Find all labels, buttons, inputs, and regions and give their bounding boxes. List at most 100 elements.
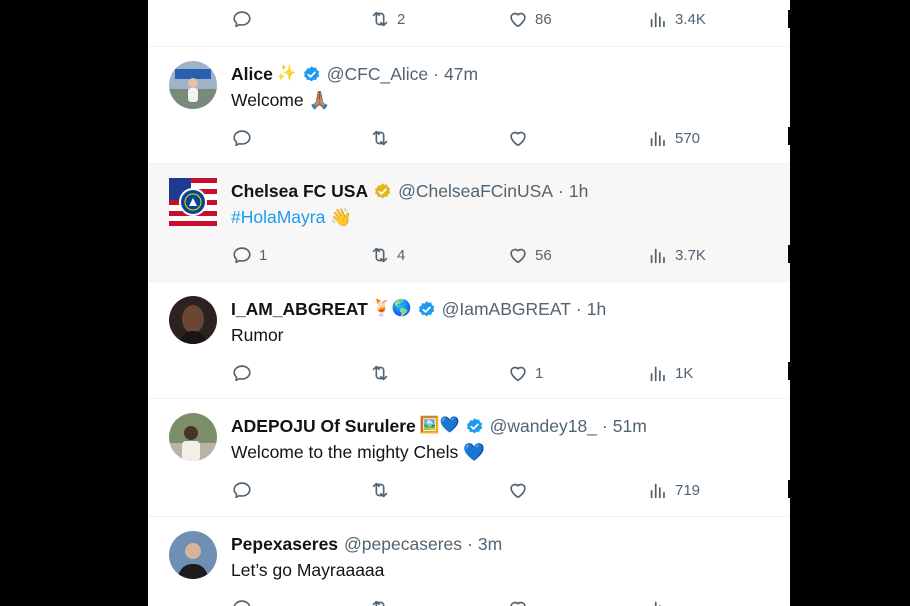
scrollbar-tick bbox=[788, 480, 790, 498]
handle[interactable]: @ChelseaFCinUSA bbox=[398, 180, 553, 202]
retweet-button[interactable]: 4 bbox=[369, 244, 405, 266]
like-icon bbox=[510, 601, 526, 606]
separator: · bbox=[601, 416, 608, 436]
name-emoji: ✨ bbox=[276, 65, 297, 82]
views-button[interactable]: 3.4K bbox=[647, 8, 706, 30]
name-emoji: 🖼️💙 bbox=[419, 417, 460, 434]
verified-badge-icon bbox=[373, 182, 392, 201]
reply-button[interactable] bbox=[231, 8, 259, 30]
timestamp[interactable]: 3m bbox=[478, 533, 502, 555]
reply-button[interactable] bbox=[231, 127, 259, 149]
timestamp[interactable]: 51m bbox=[613, 415, 647, 437]
reply-icon bbox=[233, 365, 251, 382]
tweet-text: Rumor bbox=[231, 325, 284, 345]
views-icon bbox=[650, 131, 665, 147]
like-button[interactable]: 86 bbox=[507, 8, 552, 30]
reply-button[interactable] bbox=[231, 597, 253, 606]
tweet-actions bbox=[231, 597, 751, 606]
like-count: 56 bbox=[535, 246, 552, 264]
tweet[interactable]: Chelsea FC USA @ChelseaFCinUSA · 1h #Hol… bbox=[148, 164, 790, 282]
reply-button[interactable] bbox=[231, 362, 259, 384]
timestamp[interactable]: 1h bbox=[587, 298, 606, 320]
views-icon bbox=[650, 483, 665, 499]
reply-icon bbox=[233, 482, 251, 499]
like-button[interactable] bbox=[507, 597, 529, 606]
scrollbar-tick bbox=[788, 362, 790, 380]
reply-icon bbox=[233, 600, 251, 606]
like-icon bbox=[510, 12, 526, 28]
like-button[interactable]: 1 bbox=[507, 362, 543, 384]
like-button[interactable]: 56 bbox=[507, 244, 552, 266]
retweet-button[interactable]: 2 bbox=[369, 8, 405, 30]
display-name[interactable]: ADEPOJU Of Surulere bbox=[231, 415, 416, 437]
views-button[interactable]: 570 bbox=[647, 127, 700, 149]
hashtag-link[interactable]: #HolaMayra bbox=[231, 207, 325, 227]
handle[interactable]: @pepecaseres bbox=[344, 533, 462, 555]
views-icon bbox=[650, 366, 665, 382]
tweet-text: Welcome to the mighty Chels 💙 bbox=[231, 442, 485, 462]
retweet-count: 2 bbox=[397, 10, 406, 28]
timeline-feed: 2 86 3.4K Alice ✨ @CFC_Alice · 47m Welco… bbox=[148, 0, 790, 606]
tweet[interactable]: I_AM_ABGREAT 🍹🌎 @IamABGREAT · 1h Rumor 1 bbox=[148, 282, 790, 399]
avatar[interactable] bbox=[169, 296, 217, 344]
display-name[interactable]: I_AM_ABGREAT bbox=[231, 298, 368, 320]
wave-emoji: 👋 bbox=[330, 207, 353, 227]
display-name[interactable]: Chelsea FC USA bbox=[231, 180, 368, 202]
retweet-button[interactable] bbox=[369, 127, 397, 149]
avatar[interactable] bbox=[169, 178, 217, 226]
display-name[interactable]: Pepexaseres bbox=[231, 533, 338, 555]
tweet-header: Pepexaseres @pepecaseres · 3m bbox=[231, 533, 502, 555]
views-count: 570 bbox=[675, 129, 701, 147]
retweet-icon bbox=[372, 11, 388, 27]
separator: · bbox=[467, 534, 473, 554]
tweet-text: Welcome 🙏🏽 bbox=[231, 90, 331, 110]
display-name[interactable]: Alice bbox=[231, 63, 273, 85]
like-button[interactable] bbox=[507, 479, 535, 501]
avatar[interactable] bbox=[169, 413, 217, 461]
tweet-actions: 1 4 56 3.7K bbox=[231, 244, 751, 266]
name-emoji: 🍹🌎 bbox=[371, 300, 412, 317]
reply-icon bbox=[233, 130, 251, 147]
tweet-text: #HolaMayra 👋 bbox=[231, 206, 352, 228]
tweet[interactable]: ADEPOJU Of Surulere 🖼️💙 @wandey18_ · 51m… bbox=[148, 399, 790, 517]
retweet-button[interactable] bbox=[369, 362, 397, 384]
tweet-actions: 719 bbox=[231, 479, 751, 501]
handle[interactable]: @CFC_Alice bbox=[327, 63, 428, 85]
handle[interactable]: @wandey18_ bbox=[490, 415, 597, 437]
views-button[interactable]: 719 bbox=[647, 479, 700, 501]
views-button[interactable]: 1K bbox=[647, 362, 693, 384]
reply-icon bbox=[233, 11, 251, 28]
tweet-actions: 1 1K bbox=[231, 362, 751, 384]
views-count: 719 bbox=[675, 481, 701, 499]
timestamp[interactable]: 47m bbox=[444, 63, 478, 85]
retweet-count: 4 bbox=[397, 246, 406, 264]
separator: · bbox=[575, 299, 582, 319]
handle[interactable]: @IamABGREAT bbox=[442, 298, 571, 320]
views-button[interactable] bbox=[647, 597, 669, 606]
like-button[interactable] bbox=[507, 127, 535, 149]
tweet[interactable]: 2 86 3.4K bbox=[148, 0, 790, 47]
verified-badge-icon bbox=[417, 300, 436, 319]
tweet-header: I_AM_ABGREAT 🍹🌎 @IamABGREAT · 1h bbox=[231, 298, 606, 320]
scrollbar-tick bbox=[788, 127, 790, 145]
reply-button[interactable]: 1 bbox=[231, 244, 267, 266]
retweet-icon bbox=[372, 365, 388, 381]
tweet[interactable]: Pepexaseres @pepecaseres · 3m Let’s go M… bbox=[148, 517, 790, 606]
avatar[interactable] bbox=[169, 61, 217, 109]
timestamp[interactable]: 1h bbox=[569, 180, 588, 202]
views-count: 3.4K bbox=[675, 10, 706, 28]
reply-icon bbox=[233, 247, 251, 264]
retweet-button[interactable] bbox=[369, 597, 391, 606]
tweet-header: Alice ✨ @CFC_Alice · 47m bbox=[231, 63, 478, 85]
views-button[interactable]: 3.7K bbox=[647, 244, 706, 266]
views-icon bbox=[654, 601, 661, 606]
retweet-button[interactable] bbox=[369, 479, 397, 501]
tweet[interactable]: Alice ✨ @CFC_Alice · 47m Welcome 🙏🏽 570 bbox=[148, 47, 790, 164]
separator: · bbox=[433, 64, 439, 84]
separator: · bbox=[558, 181, 564, 201]
like-icon bbox=[510, 483, 526, 499]
avatar[interactable] bbox=[169, 531, 217, 579]
like-icon bbox=[510, 366, 526, 382]
reply-button[interactable] bbox=[231, 479, 259, 501]
like-icon bbox=[510, 248, 526, 264]
